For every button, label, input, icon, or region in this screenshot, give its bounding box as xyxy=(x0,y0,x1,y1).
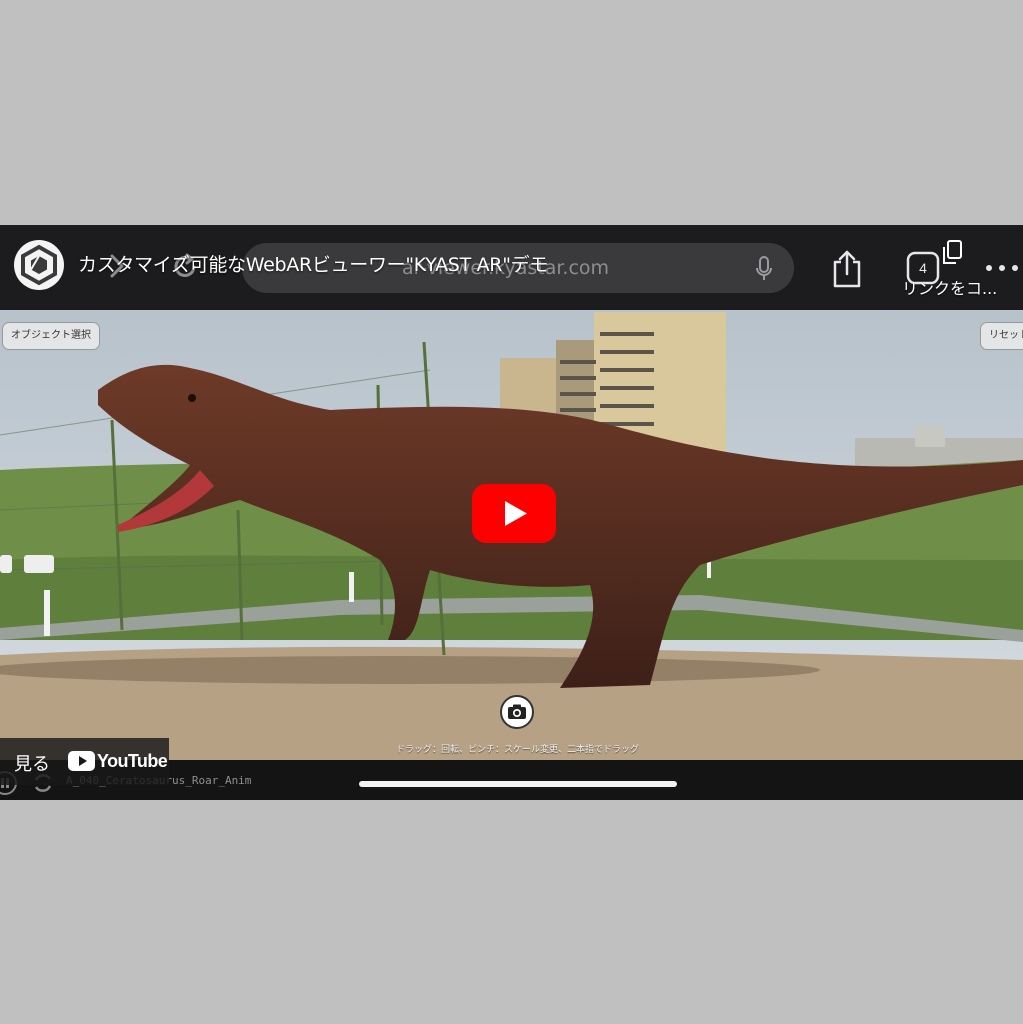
browser-toolbar: ar-viewer.kyastar.com 4 カスタマイズ可能なWebARビュ… xyxy=(0,225,1023,310)
mic-icon[interactable] xyxy=(754,255,774,283)
play-icon[interactable] xyxy=(472,484,556,543)
ar-camera-view[interactable]: オブジェクト選択 リセット ドラッグ：回転、ピンチ：スケール変更、二本指でドラッ… xyxy=(0,310,1023,760)
home-indicator xyxy=(359,781,677,787)
gesture-hint: ドラッグ：回転、ピンチ：スケール変更、二本指でドラッグ xyxy=(396,745,640,755)
youtube-embed[interactable]: ar-viewer.kyastar.com 4 カスタマイズ可能なWebARビュ… xyxy=(0,225,1023,800)
video-title[interactable]: カスタマイズ可能なWebARビューワー"KYAST AR"デモ xyxy=(78,250,548,277)
copy-icon xyxy=(943,240,962,264)
youtube-wordmark: YouTube xyxy=(97,751,168,771)
reset-button[interactable]: リセット xyxy=(980,322,1023,350)
watch-on-youtube-button[interactable]: 見る YouTube xyxy=(0,738,169,785)
copy-link-label: リンクをコ... xyxy=(902,279,998,298)
youtube-logo-icon xyxy=(68,751,95,771)
copy-link-button[interactable]: リンクをコ... xyxy=(902,239,1012,299)
share-icon[interactable] xyxy=(830,249,864,289)
camera-icon[interactable] xyxy=(500,695,534,729)
select-object-button[interactable]: オブジェクト選択 xyxy=(2,322,100,350)
channel-avatar[interactable] xyxy=(14,240,64,290)
watch-label: 見る xyxy=(14,754,50,775)
